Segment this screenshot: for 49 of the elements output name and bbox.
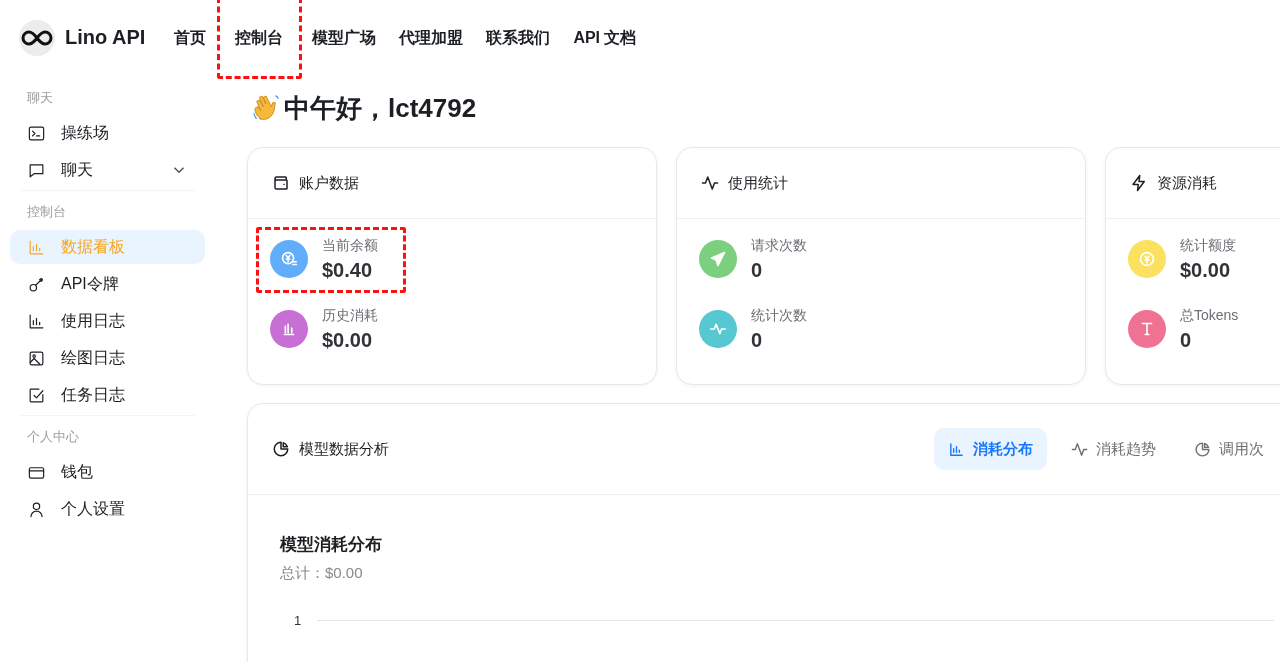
stat-label: 总Tokens [1180,306,1239,325]
stat-label: 历史消耗 [322,306,378,325]
axis-tick-label: 1 [294,613,302,628]
card-title: 账户数据 [299,173,359,193]
card-title: 使用统计 [728,173,788,193]
stat-label: 统计次数 [751,306,807,325]
sidebar-item[interactable]: API令牌 [10,267,205,301]
bar-chart-icon [948,440,965,458]
sidebar-item[interactable]: 使用日志 [10,304,205,338]
nav-link[interactable]: 控制台 [219,25,300,50]
section-label: 聊天 [26,89,54,107]
lightning-icon [1130,174,1148,192]
pie-chart-icon [1194,440,1211,458]
wallet-icon [272,174,290,192]
brand-name[interactable]: Lino API [65,26,146,49]
nav-link[interactable]: 首页 [164,25,217,50]
stat-value: $0.00 [1180,258,1232,282]
chart-tab[interactable]: 消耗趋势 [1057,428,1170,470]
chart-tab[interactable]: 消耗分布 [934,428,1047,470]
nav-link[interactable]: 联系我们 [476,25,561,50]
pulse-icon [701,174,719,192]
sidebar-item[interactable]: 操练场 [10,116,205,150]
chart-total: 总计：$0.00 [280,564,364,583]
stat-value: 0 [751,328,764,352]
chart-tab[interactable]: 调用次 [1180,428,1278,470]
sidebar-item[interactable]: 绘图日志 [10,341,205,375]
chart-title: 模型消耗分布 [280,534,383,556]
stat-value: $0.40 [322,258,374,282]
pulse-icon [1071,440,1088,458]
nav-link[interactable]: 代理加盟 [389,25,474,50]
stat-value: 0 [1180,328,1193,352]
section-label: 控制台 [26,203,67,221]
pie-chart-icon [272,440,290,458]
sidebar-item[interactable]: 钱包 [10,455,205,489]
card-title: 模型数据分析 [299,439,389,459]
stat-label: 统计额度 [1180,236,1236,255]
stat-label: 请求次数 [751,236,807,255]
stat-label: 当前余额 [322,236,378,255]
card-title: 资源消耗 [1157,173,1217,193]
greeting-heading: 中午好，lct4792 [284,91,477,125]
infinity-logo-icon [19,19,55,56]
stat-value: $0.00 [322,328,374,352]
sidebar-item[interactable]: 聊天 [10,153,205,187]
sidebar-item[interactable]: 个人设置 [10,492,205,526]
section-label: 个人中心 [26,428,80,446]
sidebar-item[interactable]: 任务日志 [10,378,205,412]
nav-link[interactable]: API 文档 [563,25,647,50]
nav-link[interactable]: 模型广场 [302,25,387,50]
stat-value: 0 [751,258,764,282]
